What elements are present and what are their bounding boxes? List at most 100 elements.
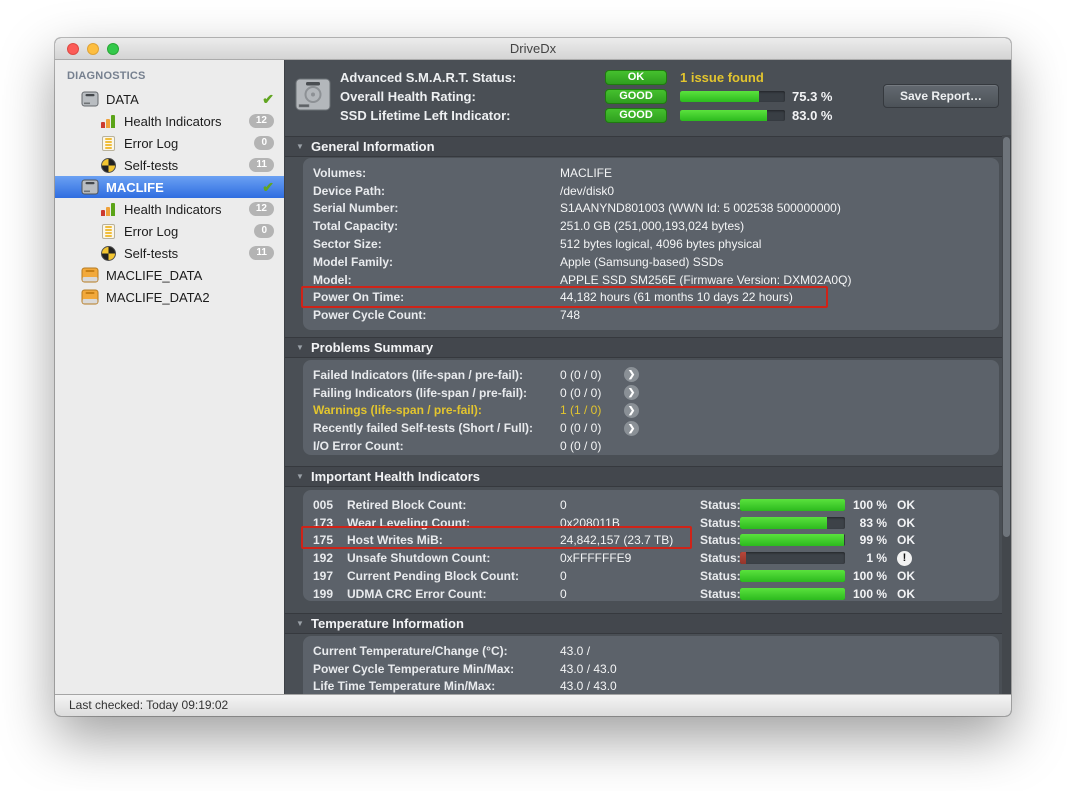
section-title: Important Health Indicators bbox=[311, 467, 480, 486]
temperature-row: Life Time Temperature Min/Max:43.0 / 43.… bbox=[303, 678, 999, 694]
detail-arrow-button[interactable]: ❯ bbox=[624, 367, 639, 382]
problems-summary-box: Failed Indicators (life-span / pre-fail)… bbox=[303, 360, 999, 455]
issue-found-text: 1 issue found bbox=[680, 69, 764, 86]
count-badge: 11 bbox=[249, 246, 274, 260]
sidebar-item-self-tests[interactable]: Self-tests 11 bbox=[55, 154, 284, 176]
section-header-health[interactable]: ▼ Important Health Indicators bbox=[285, 466, 1011, 487]
drive-icon bbox=[81, 179, 99, 196]
section-header-general[interactable]: ▼ General Information bbox=[285, 136, 1011, 157]
section-header-problems[interactable]: ▼ Problems Summary bbox=[285, 337, 1011, 358]
ssd-lifetime-bar bbox=[680, 110, 785, 121]
status-bar bbox=[740, 588, 845, 600]
health-row: 005Retired Block Count:0 Status:100 %OK bbox=[303, 496, 999, 514]
count-badge: 12 bbox=[249, 114, 274, 128]
status-bar bbox=[740, 534, 845, 546]
sidebar-item-label: DATA bbox=[106, 92, 284, 107]
traffic-lights bbox=[67, 43, 119, 55]
count-badge: 11 bbox=[249, 158, 274, 172]
health-row: 173Wear Leveling Count:0x208011B Status:… bbox=[303, 514, 999, 532]
ssd-lifetime-label: SSD Lifetime Left Indicator: bbox=[340, 107, 510, 124]
info-row: Sector Size:512 bytes logical, 4096 byte… bbox=[303, 235, 999, 253]
content-pane: Advanced S.M.A.R.T. Status: OK 1 issue f… bbox=[285, 60, 1011, 694]
status-bar-bottom: Last checked: Today 09:19:02 bbox=[55, 694, 1011, 716]
detail-arrow-button[interactable]: ❯ bbox=[624, 403, 639, 418]
checkmark-icon: ✔ bbox=[262, 91, 274, 108]
info-row: Device Path:/dev/disk0 bbox=[303, 182, 999, 200]
disclosure-triangle-icon[interactable]: ▼ bbox=[296, 614, 304, 634]
disclosure-triangle-icon[interactable]: ▼ bbox=[296, 137, 304, 157]
self-test-icon bbox=[99, 245, 117, 262]
health-row: 197Current Pending Block Count:0 Status:… bbox=[303, 567, 999, 585]
smart-status-header: Advanced S.M.A.R.T. Status: OK 1 issue f… bbox=[285, 60, 1011, 134]
ssd-lifetime-row: SSD Lifetime Left Indicator: GOOD 83.0 % bbox=[340, 107, 1011, 124]
minimize-button[interactable] bbox=[87, 43, 99, 55]
detail-arrow-button[interactable]: ❯ bbox=[624, 421, 639, 436]
general-info-box: Volumes:MACLIFE Device Path:/dev/disk0 S… bbox=[303, 158, 999, 330]
count-badge: 12 bbox=[249, 202, 274, 216]
health-rating-label: Overall Health Rating: bbox=[340, 88, 476, 105]
scrollbar-thumb[interactable] bbox=[1003, 137, 1010, 537]
self-test-icon bbox=[99, 157, 117, 174]
disclosure-triangle-icon[interactable]: ▼ bbox=[296, 338, 304, 358]
drive-orange-icon bbox=[81, 289, 99, 306]
detail-arrow-button[interactable]: ❯ bbox=[624, 385, 639, 400]
info-row: Serial Number:S1AANYND801003 (WWN Id: 5 … bbox=[303, 200, 999, 218]
status-badge-good: GOOD bbox=[605, 108, 667, 123]
document-icon bbox=[99, 223, 117, 240]
status-badge-good: GOOD bbox=[605, 89, 667, 104]
document-icon bbox=[99, 135, 117, 152]
warning-icon: ! bbox=[897, 551, 912, 566]
health-row-unsafe-shutdown: 192Unsafe Shutdown Count:0xFFFFFFE9 Stat… bbox=[303, 549, 999, 567]
problem-row-warnings: Warnings (life-span / pre-fail):1 (1 / 0… bbox=[303, 402, 999, 420]
temperature-row: Power Cycle Temperature Min/Max:43.0 / 4… bbox=[303, 660, 999, 678]
sidebar-item-maclife-data[interactable]: MACLIFE_DATA bbox=[55, 264, 284, 286]
sidebar-item-error-log[interactable]: Error Log 0 bbox=[55, 132, 284, 154]
save-report-button[interactable]: Save Report… bbox=[883, 84, 999, 108]
sidebar-item-label: MACLIFE_DATA2 bbox=[106, 290, 284, 305]
temperature-box: Current Temperature/Change (°C):43.0 / P… bbox=[303, 636, 999, 694]
health-indicators-box: 005Retired Block Count:0 Status:100 %OK … bbox=[303, 490, 999, 601]
drive-orange-icon bbox=[81, 267, 99, 284]
section-title: Problems Summary bbox=[311, 338, 433, 357]
sidebar-item-maclife-data2[interactable]: MACLIFE_DATA2 bbox=[55, 286, 284, 308]
close-button[interactable] bbox=[67, 43, 79, 55]
info-row: Volumes:MACLIFE bbox=[303, 164, 999, 182]
drivedx-window: DriveDx DIAGNOSTICS DATA ✔ Health Indica… bbox=[55, 38, 1011, 716]
problem-row: Recently failed Self-tests (Short / Full… bbox=[303, 419, 999, 437]
ssd-lifetime-percent: 83.0 % bbox=[792, 107, 832, 124]
section-header-temperature[interactable]: ▼ Temperature Information bbox=[285, 613, 1011, 634]
status-bar bbox=[740, 517, 845, 529]
sidebar-item-health-indicators-2[interactable]: Health Indicators 12 bbox=[55, 198, 284, 220]
disclosure-triangle-icon[interactable]: ▼ bbox=[296, 467, 304, 487]
section-title: General Information bbox=[311, 137, 435, 156]
sidebar: DIAGNOSTICS DATA ✔ Health Indicators 12 bbox=[55, 60, 285, 694]
scrollbar-track[interactable] bbox=[1002, 135, 1011, 694]
zoom-button[interactable] bbox=[107, 43, 119, 55]
section-title: Temperature Information bbox=[311, 614, 464, 633]
title-bar: DriveDx bbox=[55, 38, 1011, 60]
sidebar-item-label: MACLIFE_DATA bbox=[106, 268, 284, 283]
info-row: Model:APPLE SSD SM256E (Firmware Version… bbox=[303, 271, 999, 289]
last-checked-text: Last checked: Today 09:19:02 bbox=[69, 698, 228, 712]
health-rating-bar bbox=[680, 91, 785, 102]
status-bar bbox=[740, 552, 845, 564]
problem-row: Failed Indicators (life-span / pre-fail)… bbox=[303, 366, 999, 384]
status-bar bbox=[740, 570, 845, 582]
sidebar-item-error-log-2[interactable]: Error Log 0 bbox=[55, 220, 284, 242]
sidebar-item-label: MACLIFE bbox=[106, 180, 284, 195]
sidebar-item-self-tests-2[interactable]: Self-tests 11 bbox=[55, 242, 284, 264]
status-badge-ok: OK bbox=[605, 70, 667, 85]
smart-status-label: Advanced S.M.A.R.T. Status: bbox=[340, 69, 516, 86]
sidebar-item-health-indicators[interactable]: Health Indicators 12 bbox=[55, 110, 284, 132]
sidebar-item-maclife[interactable]: MACLIFE ✔ bbox=[55, 176, 284, 198]
problem-row: I/O Error Count:0 (0 / 0) bbox=[303, 437, 999, 455]
bar-chart-icon bbox=[99, 113, 117, 130]
bar-chart-icon bbox=[99, 201, 117, 218]
info-row: Total Capacity:251.0 GB (251,000,193,024… bbox=[303, 217, 999, 235]
sidebar-item-data[interactable]: DATA ✔ bbox=[55, 88, 284, 110]
checkmark-icon: ✔ bbox=[262, 179, 274, 196]
drive-icon-large bbox=[295, 78, 331, 116]
sidebar-header: DIAGNOSTICS bbox=[55, 68, 284, 88]
window-title: DriveDx bbox=[55, 38, 1011, 59]
problem-row: Failing Indicators (life-span / pre-fail… bbox=[303, 384, 999, 402]
